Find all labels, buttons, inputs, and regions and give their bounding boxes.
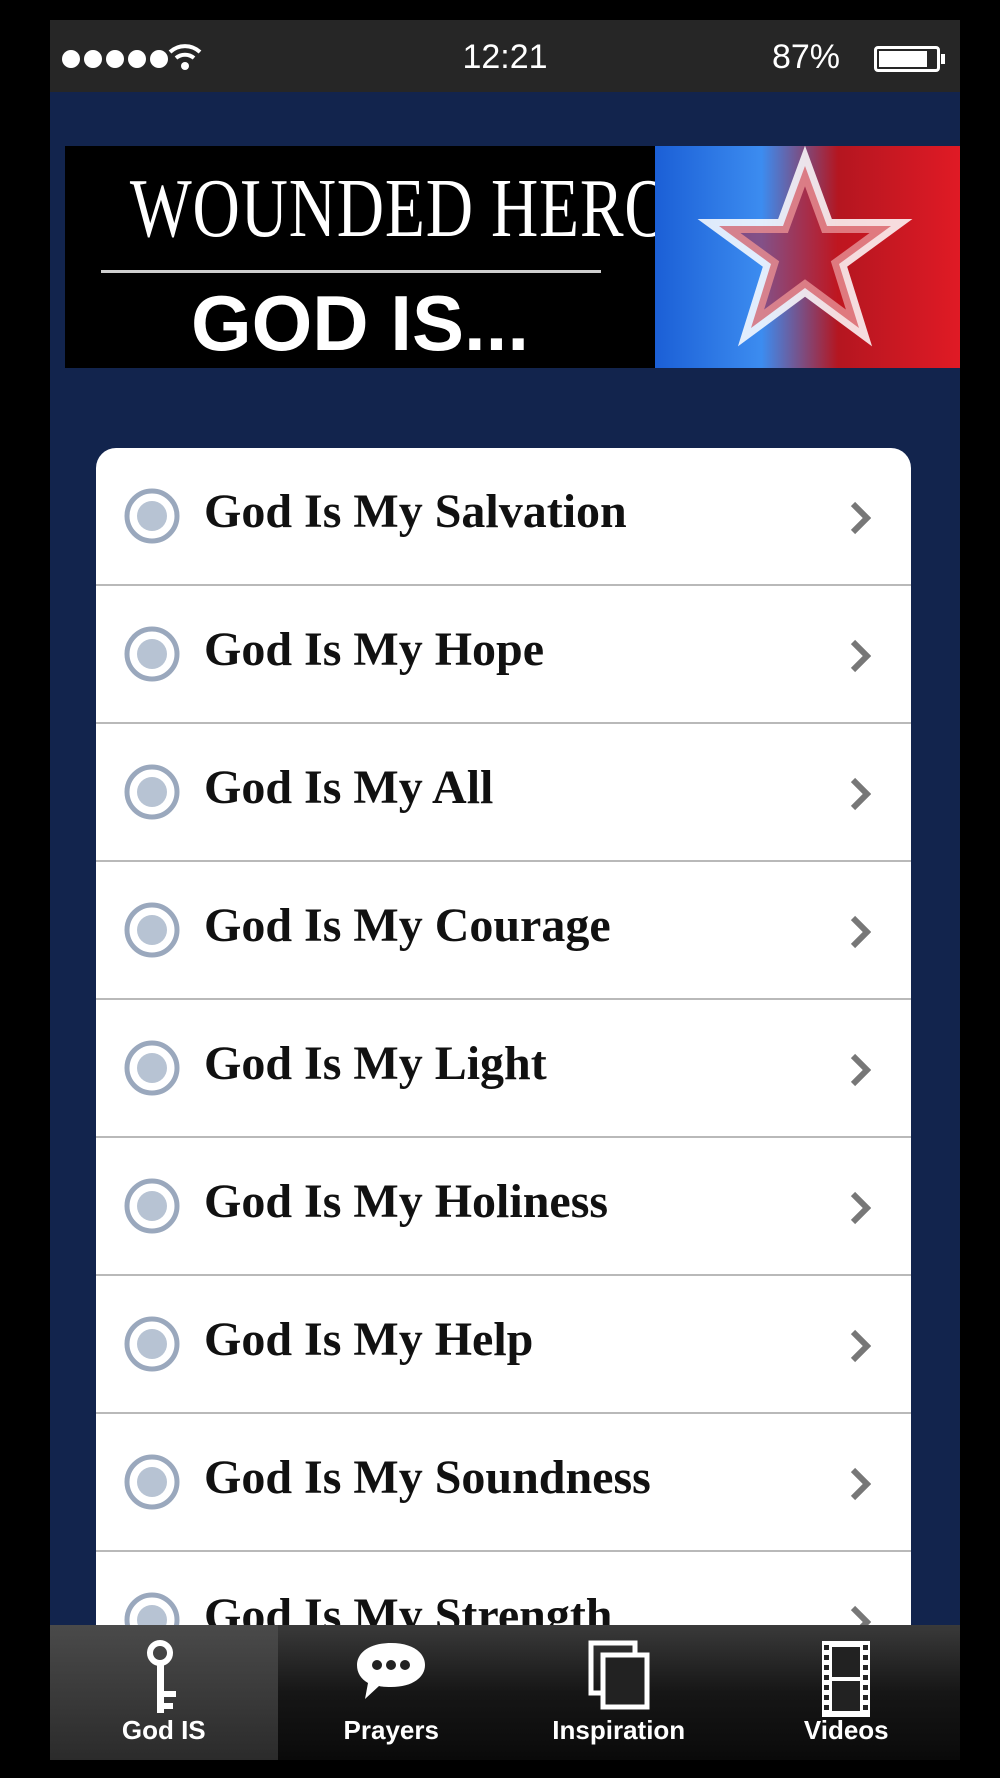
header-banner: WOUNDED HEROES GOD IS... (65, 146, 960, 368)
tab-label: Prayers (343, 1715, 439, 1745)
tab-label: Inspiration (552, 1715, 686, 1745)
circle-bullet-icon (124, 1040, 180, 1096)
chevron-right-icon (850, 915, 871, 949)
chevron-right-icon (850, 639, 871, 673)
flag-star-graphic (655, 146, 960, 368)
chat-bubble-icon (357, 1643, 426, 1699)
battery-percentage: 87% (771, 38, 840, 76)
circle-bullet-icon (124, 764, 180, 820)
tab-videos[interactable]: Videos (733, 1625, 961, 1760)
circle-bullet-icon (124, 1178, 180, 1234)
film-icon (822, 1641, 871, 1717)
pages-icon (588, 1640, 650, 1710)
key-icon (146, 1640, 176, 1713)
chevron-right-icon (850, 1467, 871, 1501)
topic-list: God Is My Salvation God Is My Hope God I… (96, 448, 911, 1718)
list-item-label: God Is My Courage (204, 899, 611, 952)
chevron-right-icon (850, 1191, 871, 1225)
chevron-right-icon (850, 777, 871, 811)
tab-inspiration[interactable]: Inspiration (505, 1625, 733, 1760)
list-item[interactable]: God Is My Light (96, 1000, 911, 1138)
banner-title: WOUNDED HEROES (129, 162, 751, 255)
status-bar: 12:21 87% (50, 20, 960, 92)
list-item[interactable]: God Is My Courage (96, 862, 911, 1000)
list-item[interactable]: God Is My Salvation (96, 448, 911, 586)
list-item-label: God Is My All (204, 761, 494, 814)
list-item-label: God Is My Hope (204, 623, 545, 676)
circle-bullet-icon (124, 1454, 180, 1510)
list-item-label: God Is My Help (204, 1313, 534, 1366)
chevron-right-icon (850, 501, 871, 535)
list-item[interactable]: God Is My All (96, 724, 911, 862)
circle-bullet-icon (124, 626, 180, 682)
list-item-label: God Is My Soundness (204, 1451, 651, 1504)
tab-label: God IS (121, 1715, 206, 1745)
circle-bullet-icon (124, 488, 180, 544)
app-screen: 12:21 87% WOUNDED HEROES GOD IS... God I… (50, 20, 960, 1760)
banner-subtitle: GOD IS... (190, 279, 530, 367)
tab-prayers[interactable]: Prayers (278, 1625, 506, 1760)
list-item-label: God Is My Salvation (204, 485, 627, 538)
battery-icon (874, 46, 945, 72)
list-item[interactable]: God Is My Hope (96, 586, 911, 724)
list-item-label: God Is My Holiness (204, 1175, 609, 1228)
banner-divider (101, 270, 601, 273)
tab-bar: God IS Prayers Inspiration Videos (50, 1625, 960, 1760)
chevron-right-icon (850, 1329, 871, 1363)
chevron-right-icon (850, 1053, 871, 1087)
list-item[interactable]: God Is My Help (96, 1276, 911, 1414)
list-item[interactable]: God Is My Soundness (96, 1414, 911, 1552)
circle-bullet-icon (124, 1316, 180, 1372)
tab-god-is[interactable]: God IS (50, 1625, 278, 1760)
tab-label: Videos (803, 1715, 889, 1745)
star-icon (697, 146, 913, 347)
list-item[interactable]: God Is My Holiness (96, 1138, 911, 1276)
list-item-label: God Is My Light (204, 1037, 547, 1090)
circle-bullet-icon (124, 902, 180, 958)
